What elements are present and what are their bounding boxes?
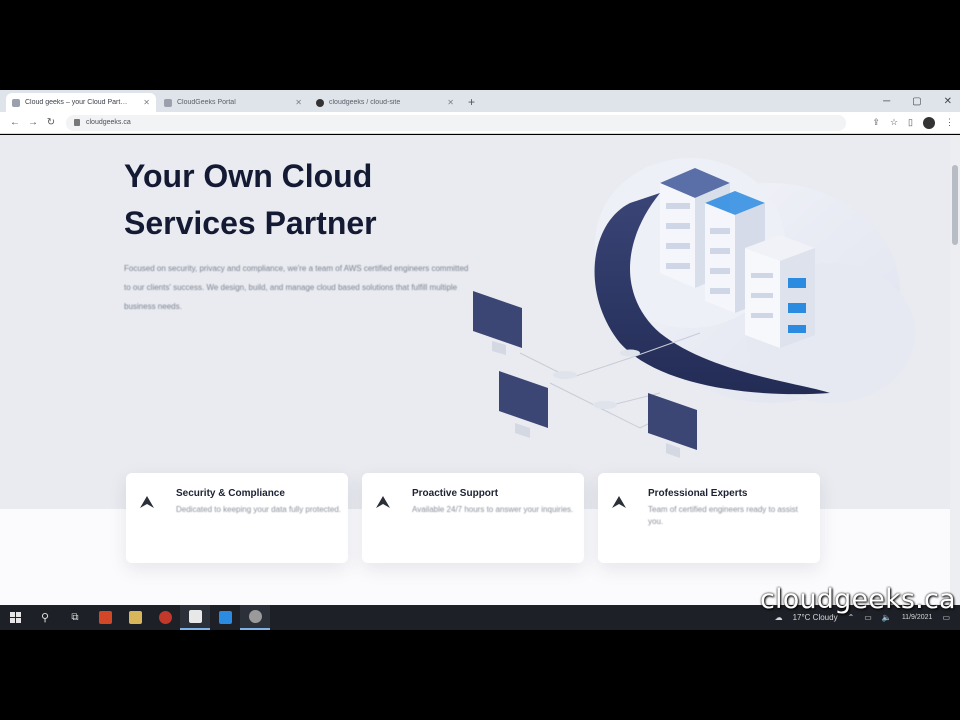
- network-nodes: [553, 349, 640, 409]
- taskbar-app[interactable]: [240, 605, 270, 630]
- feature-text: Team of certified engineers ready to ass…: [648, 505, 798, 526]
- record-app-icon: [158, 611, 172, 624]
- server-unit: [745, 235, 815, 348]
- search-button[interactable]: ⚲: [30, 605, 60, 630]
- share-icon[interactable]: ⇪: [872, 117, 880, 128]
- hero-description: Focused on security, privacy and complia…: [124, 264, 469, 311]
- shield-check-icon: [140, 496, 154, 508]
- close-tab-icon[interactable]: ✕: [447, 98, 454, 107]
- github-favicon-icon: [316, 98, 324, 107]
- url-text: cloudgeeks.ca: [86, 119, 131, 126]
- hero-title: Your Own Cloud Services Partner: [124, 158, 377, 241]
- task-view-button[interactable]: ⧉: [60, 605, 90, 630]
- site-favicon-icon: [164, 98, 172, 107]
- menu-dots-icon[interactable]: ⋮: [945, 117, 954, 128]
- profile-avatar[interactable]: [923, 116, 935, 129]
- feature-title: Security & Compliance: [176, 488, 285, 499]
- feature-title: Proactive Support: [412, 488, 499, 499]
- office-app-icon: [98, 611, 112, 624]
- feature-text: Available 24/7 hours to answer your inqu…: [412, 505, 574, 514]
- taskbar-app[interactable]: [150, 605, 180, 630]
- expert-badge-icon: [612, 496, 626, 508]
- vscode-icon: [218, 611, 232, 624]
- file-explorer-icon: [128, 611, 142, 624]
- close-tab-icon[interactable]: ✕: [143, 98, 150, 107]
- feature-card: Proactive Support Available 24/7 hours t…: [362, 473, 584, 563]
- cloud-servers-illustration: [473, 158, 915, 458]
- new-tab-button[interactable]: +: [468, 93, 475, 112]
- sidebar-icon[interactable]: ▯: [908, 117, 913, 128]
- tab-title: Cloud geeks – your Cloud Part…: [25, 99, 128, 106]
- browser-app-icon: [248, 610, 262, 623]
- webpage-viewport: Your Own Cloud Services Partner Focused …: [0, 135, 960, 605]
- tab-title: cloudgeeks / cloud-site: [329, 99, 401, 106]
- window-controls: ─ ▢ ✕: [883, 90, 952, 112]
- task-view-icon: ⧉: [71, 612, 79, 623]
- maximize-button[interactable]: ▢: [912, 96, 921, 107]
- monitor: [473, 291, 522, 355]
- tab-title: CloudGeeks Portal: [177, 99, 236, 106]
- start-button[interactable]: [0, 605, 30, 630]
- address-bar[interactable]: cloudgeeks.ca: [66, 114, 846, 131]
- search-icon: ⚲: [40, 612, 50, 624]
- site-favicon-icon: [12, 98, 20, 107]
- channel-watermark: cloudgeeks.ca: [760, 584, 956, 615]
- scrollbar-thumb[interactable]: [952, 165, 958, 245]
- bookmark-star-icon[interactable]: ☆: [890, 117, 898, 128]
- lock-icon: [74, 119, 80, 126]
- taskbar-app[interactable]: [120, 605, 150, 630]
- feature-card: Professional Experts Team of certified e…: [598, 473, 820, 563]
- minimize-button[interactable]: ─: [883, 96, 890, 107]
- windows-logo-icon: [9, 612, 21, 623]
- browser-tab[interactable]: cloudgeeks / cloud-site ✕: [310, 93, 460, 112]
- taskbar-app[interactable]: [90, 605, 120, 630]
- page-scrollbar[interactable]: [950, 135, 960, 605]
- monitor: [499, 371, 548, 438]
- back-button[interactable]: ←: [6, 117, 24, 128]
- support-headset-icon: [376, 496, 390, 508]
- browser-tab-active[interactable]: Cloud geeks – your Cloud Part… ✕: [6, 93, 156, 112]
- notes-app-icon: [188, 610, 202, 623]
- browser-tab-strip: Cloud geeks – your Cloud Part… ✕ CloudGe…: [0, 90, 960, 112]
- close-window-button[interactable]: ✕: [944, 96, 952, 107]
- taskbar-app[interactable]: [180, 605, 210, 630]
- browser-tab[interactable]: CloudGeeks Portal ✕: [158, 93, 308, 112]
- feature-card: Security & Compliance Dedicated to keepi…: [126, 473, 348, 563]
- feature-text: Dedicated to keeping your data fully pro…: [176, 505, 341, 514]
- close-tab-icon[interactable]: ✕: [295, 98, 302, 107]
- feature-title: Professional Experts: [648, 488, 748, 499]
- video-frame: Cloud geeks – your Cloud Part… ✕ CloudGe…: [0, 0, 960, 720]
- taskbar-app[interactable]: [210, 605, 240, 630]
- forward-button[interactable]: →: [24, 117, 42, 128]
- browser-tools: ⇪ ☆ ▯ ⋮: [872, 116, 954, 129]
- browser-toolbar: ← → ↻ cloudgeeks.ca ⇪ ☆ ▯ ⋮: [0, 112, 960, 134]
- reload-button[interactable]: ↻: [42, 117, 60, 128]
- feature-cards: Security & Compliance Dedicated to keepi…: [126, 473, 820, 563]
- monitor: [648, 393, 697, 458]
